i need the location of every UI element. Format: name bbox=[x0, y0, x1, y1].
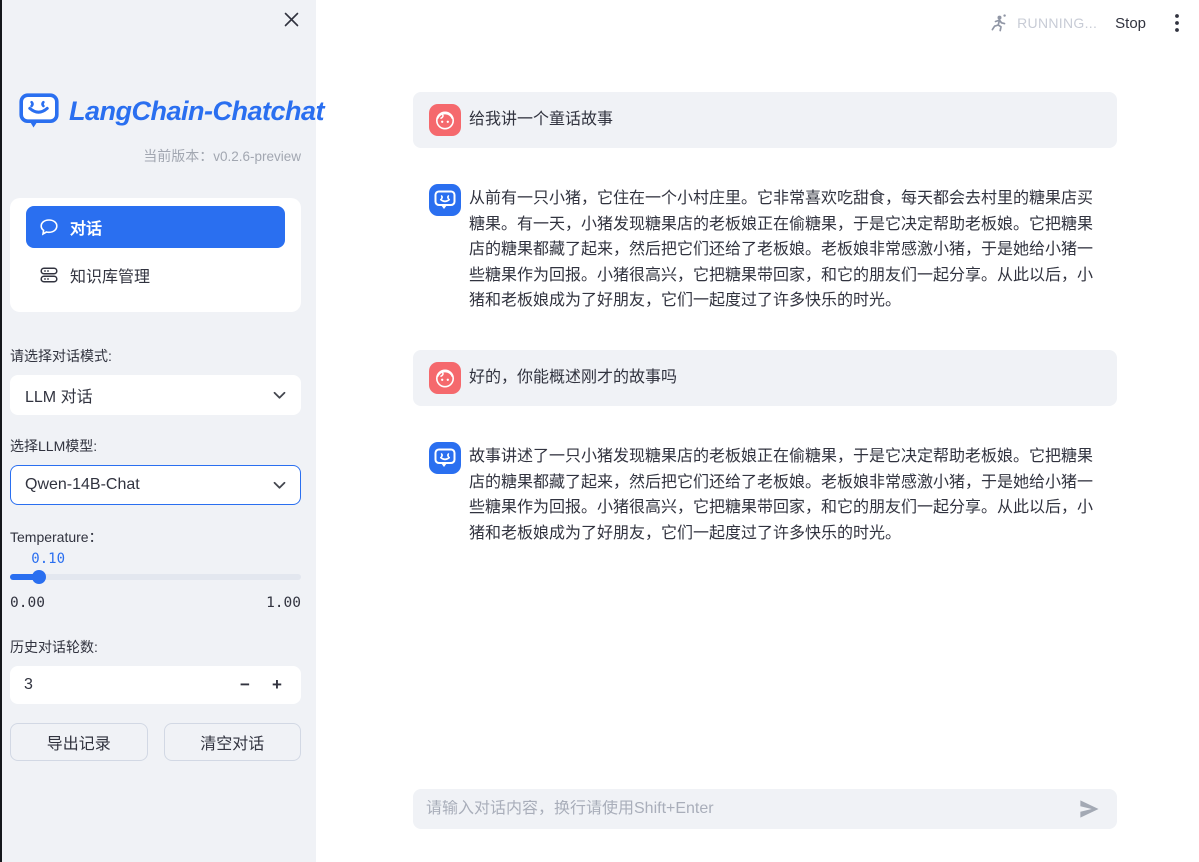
chat-message-user: 好的，你能概述刚才的故事吗 bbox=[413, 350, 1117, 406]
sidebar: LangChain-Chatchat 当前版本：v0.2.6-preview 对… bbox=[0, 0, 316, 862]
top-status-bar: RUNNING... Stop bbox=[316, 0, 1199, 46]
chat-input-bar bbox=[413, 789, 1117, 829]
dialog-mode-select[interactable]: LLM 对话 bbox=[10, 375, 301, 415]
slider-value: 0.10 bbox=[31, 551, 65, 567]
slider-thumb[interactable] bbox=[32, 570, 46, 584]
sidebar-item-label: 知识库管理 bbox=[70, 263, 150, 287]
chevron-down-icon bbox=[273, 391, 286, 400]
chat-message-list: 给我讲一个童话故事 从前有一只小猪，它住在一个小村庄里。它非常喜欢吃甜食，每天都… bbox=[413, 0, 1117, 546]
user-face-icon bbox=[429, 104, 461, 136]
close-icon[interactable] bbox=[281, 9, 301, 29]
sidebar-item-dialogue[interactable]: 对话 bbox=[26, 206, 285, 248]
increment-button[interactable]: + bbox=[261, 669, 293, 701]
temperature-label: Temperature： bbox=[10, 527, 301, 547]
history-turns-label: 历史对话轮数: bbox=[10, 637, 301, 657]
running-man-icon bbox=[989, 13, 1009, 33]
chat-message-text: 从前有一只小猪，它住在一个小村庄里。它非常喜欢吃甜食，每天都会去村里的糖果店买糖… bbox=[469, 184, 1101, 314]
assistant-bot-icon bbox=[429, 442, 461, 474]
kebab-menu-icon[interactable] bbox=[1165, 11, 1189, 35]
temperature-slider: 0.10 bbox=[10, 551, 301, 587]
chat-message-text: 给我讲一个童话故事 bbox=[469, 107, 613, 133]
decrement-button[interactable]: − bbox=[229, 669, 261, 701]
llm-model-select[interactable]: Qwen-14B-Chat bbox=[10, 465, 301, 505]
chat-message-user: 给我讲一个童话故事 bbox=[413, 92, 1117, 148]
chevron-down-icon bbox=[273, 481, 286, 490]
history-turns-stepper: 3 − + bbox=[10, 666, 301, 704]
database-icon bbox=[39, 265, 59, 285]
chat-message-text: 好的，你能概述刚才的故事吗 bbox=[469, 365, 677, 391]
chat-message-assistant: 从前有一只小猪，它住在一个小村庄里。它非常喜欢吃甜食，每天都会去村里的糖果店买糖… bbox=[413, 184, 1117, 314]
logo-text: LangChain-Chatchat bbox=[69, 96, 324, 127]
sidebar-nav: 对话 知识库管理 bbox=[10, 198, 301, 312]
dialog-mode-value: LLM 对话 bbox=[25, 383, 93, 407]
sidebar-actions: 导出记录 清空对话 bbox=[10, 723, 301, 761]
app-logo: LangChain-Chatchat bbox=[10, 93, 301, 130]
slider-max: 1.00 bbox=[266, 595, 301, 611]
history-turns-value[interactable]: 3 bbox=[24, 676, 229, 694]
assistant-bot-icon bbox=[429, 184, 461, 216]
llm-model-value: Qwen-14B-Chat bbox=[25, 476, 140, 494]
version-label: 当前版本： bbox=[143, 148, 213, 164]
logo-chat-bubble-icon bbox=[19, 93, 59, 130]
send-icon[interactable] bbox=[1076, 796, 1102, 822]
clear-dialog-button[interactable]: 清空对话 bbox=[164, 723, 302, 761]
chat-bubble-icon bbox=[39, 217, 59, 237]
slider-range: 0.00 1.00 bbox=[10, 595, 301, 611]
stop-button[interactable]: Stop bbox=[1115, 15, 1146, 32]
sidebar-item-knowledge-base[interactable]: 知识库管理 bbox=[26, 254, 285, 296]
llm-model-label: 选择LLM模型: bbox=[10, 436, 301, 456]
version-info: 当前版本：v0.2.6-preview bbox=[10, 146, 301, 166]
slider-min: 0.00 bbox=[10, 595, 45, 611]
chat-area: 给我讲一个童话故事 从前有一只小猪，它住在一个小村庄里。它非常喜欢吃甜食，每天都… bbox=[316, 0, 1199, 862]
status-text: RUNNING... bbox=[1017, 15, 1097, 31]
user-face-icon bbox=[429, 362, 461, 394]
slider-track[interactable] bbox=[10, 574, 301, 580]
chat-message-assistant: 故事讲述了一只小猪发现糖果店的老板娘正在偷糖果，于是它决定帮助老板娘。它把糖果店… bbox=[413, 442, 1117, 546]
dialog-mode-label: 请选择对话模式: bbox=[10, 346, 301, 366]
chat-message-text: 故事讲述了一只小猪发现糖果店的老板娘正在偷糖果，于是它决定帮助老板娘。它把糖果店… bbox=[469, 442, 1101, 546]
export-record-button[interactable]: 导出记录 bbox=[10, 723, 148, 761]
version-value: v0.2.6-preview bbox=[213, 149, 301, 164]
chat-input[interactable] bbox=[426, 800, 1076, 818]
sidebar-item-label: 对话 bbox=[70, 215, 102, 239]
